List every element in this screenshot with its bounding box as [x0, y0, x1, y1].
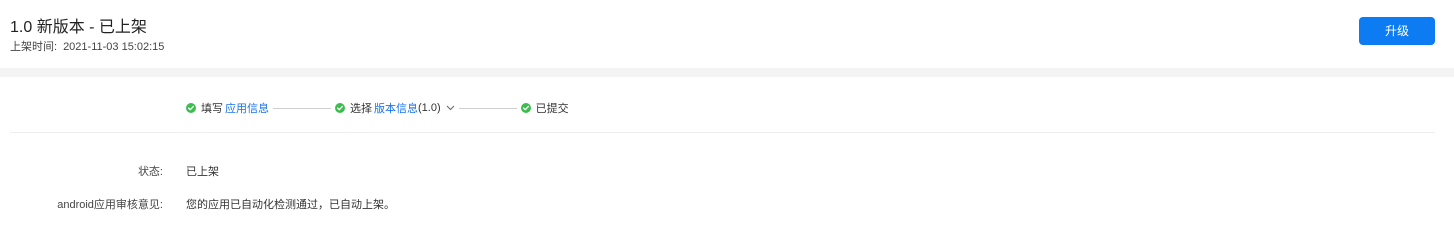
page-title: 1.0 新版本 - 已上架	[10, 19, 147, 36]
divider	[10, 132, 1435, 133]
step-label: 填写	[201, 103, 223, 115]
check-circle-icon	[186, 103, 196, 113]
release-time-value: 2021-11-03 15:02:15	[63, 41, 165, 53]
chevron-down-icon[interactable]	[446, 105, 455, 111]
app-info-link[interactable]: 应用信息	[225, 100, 269, 116]
page-header: 1.0 新版本 - 已上架 上架时间: 2021-11-03 15:02:15 升…	[0, 0, 1454, 68]
check-circle-icon	[520, 103, 531, 113]
review-comment-label: android应用审核意见:	[57, 199, 163, 211]
version-info-link[interactable]: 版本信息	[374, 100, 418, 116]
progress-steps: 填写 应用信息 选择 版本信息 (1.0) 已提交	[186, 100, 569, 116]
upgrade-button[interactable]: 升级	[1359, 17, 1435, 45]
version-number: (1.0)	[418, 102, 441, 114]
step-label: 已提交	[535, 103, 569, 115]
release-time: 上架时间: 2021-11-03 15:02:15	[10, 38, 164, 54]
status-value: 已上架	[186, 166, 219, 178]
step-submitted: 已提交	[520, 100, 569, 116]
release-time-label: 上架时间:	[10, 41, 58, 53]
step-connector	[273, 107, 331, 109]
review-comment-value: 您的应用已自动化检测通过，已自动上架。	[186, 199, 395, 211]
step-fill-app-info: 填写 应用信息	[186, 100, 269, 116]
check-circle-icon	[335, 103, 345, 113]
step-select-version: 选择 版本信息 (1.0)	[335, 100, 455, 116]
status-label: 状态:	[137, 166, 163, 178]
step-label: 选择	[350, 103, 372, 115]
section-separator	[0, 68, 1454, 77]
step-connector	[458, 107, 517, 109]
